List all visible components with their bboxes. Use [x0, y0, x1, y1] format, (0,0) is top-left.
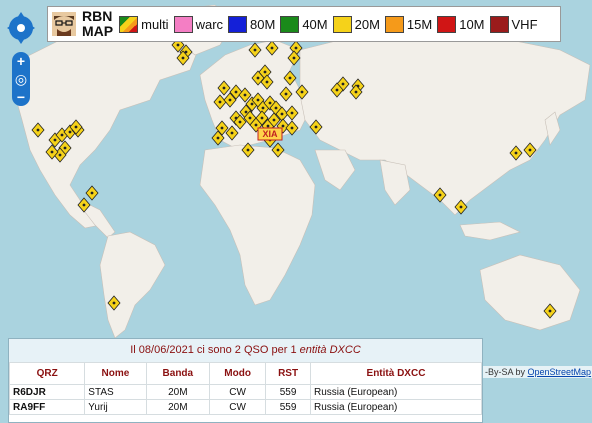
legend-label: 15M — [406, 16, 433, 32]
qso-table: QRZ Nome Banda Modo RST Entità DXCC R6DJR STAS… — [8, 362, 483, 415]
legend-swatch — [173, 15, 193, 33]
avatar — [52, 12, 76, 36]
legend-swatch — [384, 15, 404, 33]
table-cell: RA9FF — [8, 399, 86, 415]
table-cell: 559 — [265, 399, 311, 415]
column-header: Nome — [84, 362, 147, 385]
zoom-out-button[interactable]: − — [12, 88, 30, 106]
legend-label: VHF — [511, 16, 538, 32]
table-cell: CW — [209, 399, 267, 415]
table-cell: 20M — [145, 384, 211, 400]
legend-swatch — [489, 15, 509, 33]
legend-swatch — [228, 15, 248, 33]
legend-label: multi — [141, 16, 169, 32]
legend-label: 10M — [459, 16, 485, 32]
header-bar: RBN MAP multi warc 80M 40M 20M 15M 10M VHF — [47, 6, 561, 42]
table-row[interactable]: RA9FF Yurij 20M CW 559 Russia (European) — [8, 399, 483, 415]
legend-item-20m[interactable]: 20M — [332, 15, 380, 33]
center-marker[interactable]: XIA — [257, 127, 283, 141]
legend-swatch — [280, 15, 300, 33]
table-cell: Russia (European) — [309, 399, 483, 415]
osm-link[interactable]: OpenStreetMap — [528, 367, 592, 377]
column-header: Modo — [209, 362, 267, 385]
column-header: Banda — [145, 362, 211, 385]
legend-swatch — [332, 15, 352, 33]
zoom-control: + ◎ − — [12, 52, 30, 106]
table-cell: R6DJR — [8, 384, 86, 400]
legend-label: 20M — [354, 16, 380, 32]
legend-item-80m[interactable]: 80M — [228, 15, 276, 33]
band-legend: multi warc 80M 40M 20M 15M 10M VHF — [119, 15, 542, 33]
panel-title: Il 08/06/2021 ci sono 2 QSO per 1 entità… — [9, 339, 482, 362]
map-attribution: -By-SA by OpenStreetMap — [483, 366, 592, 378]
legend-swatch — [437, 15, 457, 33]
table-cell: STAS — [84, 384, 147, 400]
table-cell: Yurij — [84, 399, 147, 415]
legend-swatch — [119, 15, 139, 33]
column-header: RST — [265, 362, 311, 385]
zoom-in-button[interactable]: + — [12, 52, 30, 70]
column-header: QRZ — [8, 362, 86, 385]
table-cell: Russia (European) — [309, 384, 483, 400]
table-cell: CW — [209, 384, 267, 400]
pan-control[interactable] — [6, 8, 36, 53]
table-cell: 20M — [145, 399, 211, 415]
legend-item-multi[interactable]: multi — [119, 15, 169, 33]
app-title: RBN MAP — [82, 8, 114, 39]
legend-label: warc — [195, 16, 224, 32]
center-label: XIA — [262, 129, 278, 139]
legend-item-vhf[interactable]: VHF — [489, 15, 538, 33]
world-icon[interactable]: ◎ — [12, 70, 30, 88]
legend-label: 80M — [250, 16, 276, 32]
qso-panel: Il 08/06/2021 ci sono 2 QSO per 1 entità… — [8, 338, 483, 423]
table-row[interactable]: R6DJR STAS 20M CW 559 Russia (European) — [8, 384, 483, 400]
legend-item-40m[interactable]: 40M — [280, 15, 328, 33]
legend-item-warc[interactable]: warc — [173, 15, 224, 33]
column-header: Entità DXCC — [309, 362, 483, 385]
table-cell: 559 — [265, 384, 311, 400]
legend-item-10m[interactable]: 10M — [437, 15, 485, 33]
legend-item-15m[interactable]: 15M — [384, 15, 433, 33]
legend-label: 40M — [302, 16, 328, 32]
